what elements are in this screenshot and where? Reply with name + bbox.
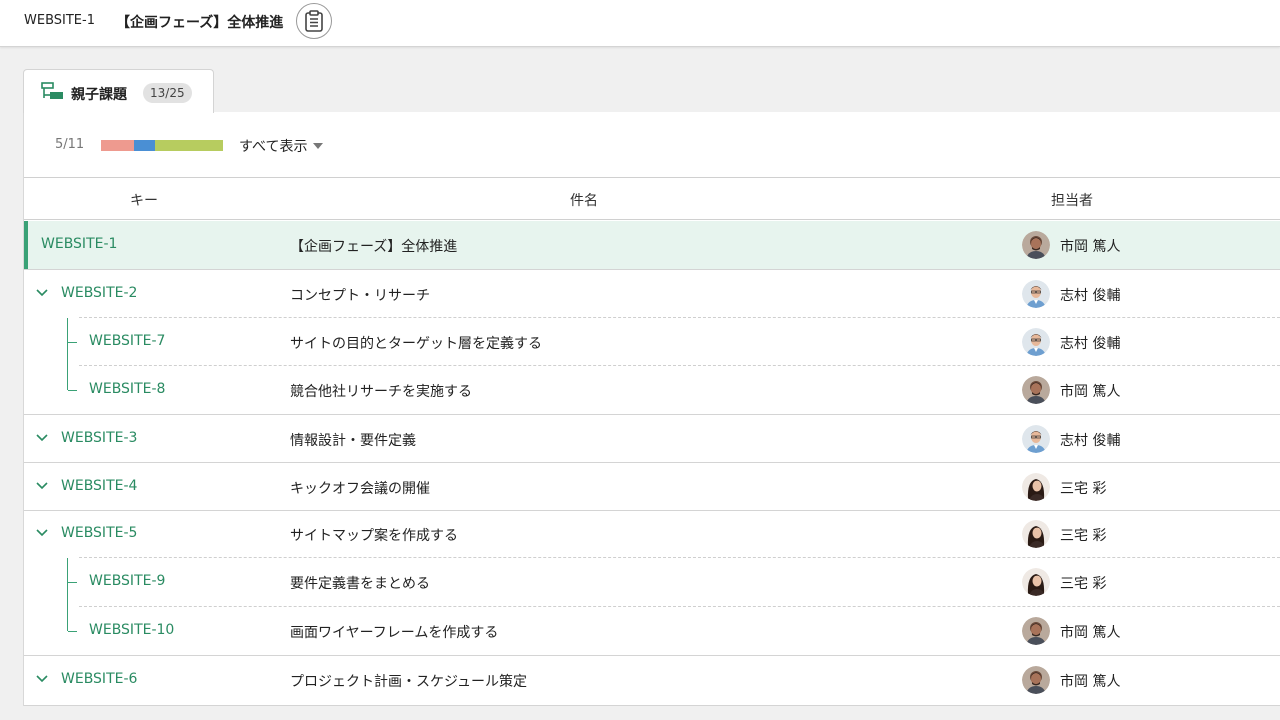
clipboard-icon xyxy=(305,10,323,32)
filter-dropdown[interactable]: すべて表示 xyxy=(239,136,324,156)
issue-title: 【企画フェーズ】全体推進 xyxy=(116,15,284,31)
column-header-key[interactable]: キー xyxy=(130,190,158,210)
column-header-summary[interactable]: 件名 xyxy=(570,190,598,210)
tab-count-badge: 13/25 xyxy=(143,83,192,103)
parent-child-icon xyxy=(41,82,63,99)
progress-segment-open xyxy=(101,140,134,151)
issue-key-link[interactable]: WEBSITE-10 xyxy=(89,622,174,638)
chevron-down-icon[interactable] xyxy=(36,481,48,490)
issue-key-link[interactable]: WEBSITE-7 xyxy=(89,333,165,349)
assignee-name: 志村 俊輔 xyxy=(1060,433,1121,449)
issue-key-link[interactable]: WEBSITE-2 xyxy=(61,285,137,301)
tree-connector-tick xyxy=(68,390,77,391)
assignee-name: 市岡 篤人 xyxy=(1060,625,1121,641)
table-row[interactable]: WEBSITE-2 コンセプト・リサーチ 志村 俊輔 xyxy=(24,270,1280,317)
issue-key-link[interactable]: WEBSITE-1 xyxy=(41,236,117,252)
progress-segment-resolved xyxy=(154,140,223,151)
issue-summary[interactable]: キックオフ会議の開催 xyxy=(290,478,430,498)
table-row[interactable]: WEBSITE-3 情報設計・要件定義 志村 俊輔 xyxy=(24,415,1280,462)
issue-key-link[interactable]: WEBSITE-4 xyxy=(61,478,137,494)
top-bar: WEBSITE-1 【企画フェーズ】全体推進 xyxy=(0,0,1280,47)
caret-down-icon xyxy=(313,143,324,149)
table-row[interactable]: WEBSITE-9 要件定義書をまとめる 三宅 彩 xyxy=(24,558,1280,606)
chevron-down-icon[interactable] xyxy=(36,675,48,683)
issue-key-link[interactable]: WEBSITE-9 xyxy=(89,573,165,589)
clipboard-button[interactable] xyxy=(296,3,332,39)
avatar xyxy=(1022,520,1050,548)
tab-parent-child[interactable]: 親子課題 13/25 xyxy=(23,69,214,113)
issue-key-link[interactable]: WEBSITE-6 xyxy=(61,671,137,687)
table-row[interactable]: WEBSITE-8 競合他社リサーチを実施する 市岡 篤人 xyxy=(24,366,1280,414)
progress-count: 5/11 xyxy=(55,137,85,152)
issue-summary[interactable]: コンセプト・リサーチ xyxy=(290,285,430,305)
avatar xyxy=(1022,376,1050,404)
issue-key-link[interactable]: WEBSITE-5 xyxy=(61,525,137,541)
assignee-name: 三宅 彩 xyxy=(1060,481,1107,497)
tree-connector-tick xyxy=(68,342,77,343)
filter-label: すべて表示 xyxy=(239,139,308,155)
avatar xyxy=(1022,473,1050,501)
assignee-name: 三宅 彩 xyxy=(1060,528,1107,544)
assignee-name: 三宅 彩 xyxy=(1060,576,1107,592)
avatar xyxy=(1022,425,1050,453)
issue-summary[interactable]: 画面ワイヤーフレームを作成する xyxy=(290,622,498,642)
tab-label: 親子課題 xyxy=(71,87,127,103)
assignee-name: 志村 俊輔 xyxy=(1060,336,1121,352)
issue-summary[interactable]: 情報設計・要件定義 xyxy=(290,430,416,450)
chevron-down-icon[interactable] xyxy=(36,288,48,297)
assignee-name: 市岡 篤人 xyxy=(1060,674,1121,690)
table-row[interactable]: WEBSITE-7 サイトの目的とターゲット層を定義する 志村 俊輔 xyxy=(24,318,1280,365)
issue-summary[interactable]: 競合他社リサーチを実施する xyxy=(290,381,472,401)
issue-summary[interactable]: 【企画フェーズ】全体推進 xyxy=(290,236,457,256)
row-divider xyxy=(24,705,1280,706)
issue-key-link[interactable]: WEBSITE-3 xyxy=(61,430,137,446)
tree-connector-tick xyxy=(68,631,77,632)
column-header-assignee[interactable]: 担当者 xyxy=(1051,190,1093,210)
avatar xyxy=(1022,231,1050,259)
chevron-down-icon[interactable] xyxy=(36,433,48,442)
table-row[interactable]: WEBSITE-10 画面ワイヤーフレームを作成する 市岡 篤人 xyxy=(24,607,1280,655)
status-progress-bar xyxy=(101,140,223,151)
avatar xyxy=(1022,568,1050,596)
progress-segment-in-progress xyxy=(133,140,155,151)
table-row[interactable]: WEBSITE-5 サイトマップ案を作成する 三宅 彩 xyxy=(24,511,1280,557)
table-row[interactable]: WEBSITE-4 キックオフ会議の開催 三宅 彩 xyxy=(24,463,1280,510)
assignee-name: 市岡 篤人 xyxy=(1060,384,1121,400)
issue-summary[interactable]: サイトの目的とターゲット層を定義する xyxy=(290,333,542,353)
tree-connector-tick xyxy=(68,582,77,583)
assignee-name: 志村 俊輔 xyxy=(1060,288,1121,304)
avatar xyxy=(1022,280,1050,308)
issue-summary[interactable]: サイトマップ案を作成する xyxy=(290,525,458,545)
table-row[interactable]: WEBSITE-1 【企画フェーズ】全体推進 市岡 篤人 xyxy=(24,221,1280,269)
table-header: キー 件名 担当者 xyxy=(24,177,1280,220)
avatar xyxy=(1022,617,1050,645)
issue-summary[interactable]: 要件定義書をまとめる xyxy=(290,573,430,593)
avatar xyxy=(1022,328,1050,356)
issue-summary[interactable]: プロジェクト計画・スケジュール策定 xyxy=(290,671,527,691)
table-row[interactable]: WEBSITE-6 プロジェクト計画・スケジュール策定 市岡 篤人 xyxy=(24,656,1280,704)
avatar xyxy=(1022,666,1050,694)
chevron-down-icon[interactable] xyxy=(36,529,48,537)
assignee-name: 市岡 篤人 xyxy=(1060,239,1121,255)
issue-key[interactable]: WEBSITE-1 xyxy=(24,13,95,28)
issue-key-link[interactable]: WEBSITE-8 xyxy=(89,381,165,397)
